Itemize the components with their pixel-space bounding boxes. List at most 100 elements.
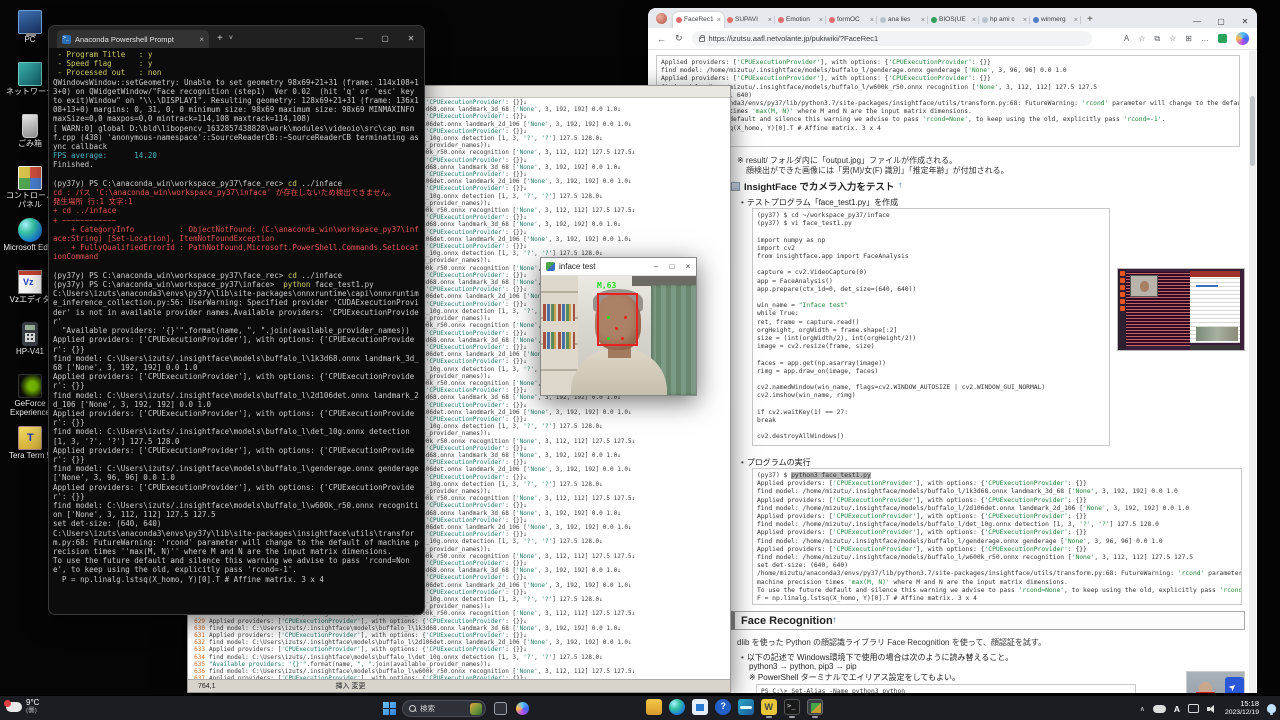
taskbar-search[interactable]: 検索 <box>402 700 486 717</box>
maximize-button[interactable]: ▢ <box>372 34 398 43</box>
terminal-line: + FullyQualifiedErrorId : PathNotFound,M… <box>53 243 420 261</box>
onedrive-icon[interactable] <box>1153 705 1166 713</box>
webcam-video-frame: M,63 <box>541 276 696 395</box>
page-scrollbar[interactable] <box>1249 51 1256 693</box>
task-view-button[interactable] <box>494 702 507 715</box>
tab-close-icon[interactable]: × <box>972 17 976 24</box>
browser-toolbar: ← ↻ https://izutsu.aafl.netvolante.jp/pu… <box>648 28 1257 50</box>
profile-avatar-icon[interactable] <box>656 13 667 24</box>
terminal-line: [ WARN:0] global D:\bld\libopencv_163285… <box>53 124 420 152</box>
taskbar-app-paint[interactable] <box>738 699 754 718</box>
terminal-line <box>53 170 420 179</box>
weather-temperature: 9°C <box>26 698 39 707</box>
screenshot-thumbnail[interactable] <box>1117 268 1245 351</box>
tab-close-icon[interactable]: × <box>870 17 874 24</box>
control-panel-icon <box>18 166 42 190</box>
device-icon[interactable] <box>1188 704 1199 713</box>
paint-icon <box>738 699 754 715</box>
terminal-dropdown-icon[interactable]: ˅ <box>229 35 233 42</box>
tab-close-icon[interactable]: × <box>921 17 925 24</box>
taskbar-app-winmerge[interactable] <box>761 699 777 718</box>
browser-tab[interactable]: BIOS(UE× <box>928 12 979 28</box>
editor-line: 635"Available providers: '{}'".format(na… <box>190 661 730 668</box>
page-heading-facerecognition: Face Recognition † <box>731 611 1245 630</box>
speaker-icon[interactable] <box>1207 705 1217 713</box>
tab-close-icon[interactable]: × <box>717 17 721 24</box>
taskbar-app-edge[interactable] <box>669 699 685 718</box>
editor-line: 634find model: C:\Users\izuts/.insightfa… <box>190 654 730 661</box>
weather-widget[interactable]: 9°C (曇) <box>6 698 39 715</box>
browser-tab[interactable]: Emotion× <box>775 12 826 28</box>
books <box>543 304 575 321</box>
copilot-taskbar-icon[interactable] <box>516 702 529 715</box>
taskbar-apps <box>646 699 823 718</box>
tray-chevron-icon[interactable]: ∧ <box>1140 705 1145 713</box>
maximize-button[interactable]: □ <box>664 262 680 271</box>
opencv-window-icon <box>546 262 555 271</box>
browser-tab[interactable]: SUPAVI× <box>724 12 775 28</box>
ime-mode-icon[interactable]: A <box>1174 704 1180 714</box>
browser-tab[interactable]: winmerg× <box>1030 12 1081 28</box>
taskbar-app-store[interactable] <box>692 699 708 718</box>
terminal-line: Applied providers: ['CPUExecutionProvide… <box>53 372 420 390</box>
browser-tab[interactable]: formOC× <box>826 12 877 28</box>
tab-close-icon[interactable]: × <box>819 17 823 24</box>
new-tab-button[interactable]: + <box>1087 14 1093 25</box>
terminal-line: (py37y) PS C:\anaconda_win\workspace_py3… <box>53 271 420 280</box>
terminal-tab[interactable]: Anaconda Powershell Prompt × <box>57 30 209 48</box>
taskbar-app-help[interactable] <box>715 699 731 718</box>
minimize-button[interactable]: — <box>346 34 372 43</box>
read-aloud-icon[interactable]: A <box>1124 34 1129 43</box>
landmark-mouth-right <box>621 337 624 340</box>
terminal-line: find model: C:\Users\izuts/.insightface\… <box>53 391 420 409</box>
anchor-link[interactable]: † <box>898 183 901 189</box>
tab-close-icon[interactable]: × <box>1023 17 1027 24</box>
tab-close-icon[interactable]: × <box>1074 17 1078 24</box>
close-button[interactable]: ✕ <box>398 34 424 43</box>
terminal-line: find model: C:\Users\izuts/.insightface\… <box>53 427 420 445</box>
terminal-tab-title: Anaconda Powershell Prompt <box>75 35 195 44</box>
minimize-button[interactable]: – <box>648 262 664 271</box>
favorites-bar-icon[interactable]: ☆ <box>1169 34 1176 43</box>
start-button[interactable] <box>383 702 396 715</box>
copilot-icon[interactable] <box>1236 32 1249 45</box>
collections-icon[interactable]: ⊞ <box>1185 34 1192 43</box>
split-screen-icon[interactable]: ⧉ <box>1154 34 1160 44</box>
tab-close-icon[interactable]: × <box>768 17 772 24</box>
tab-title: formOC <box>837 15 868 24</box>
maximize-button[interactable]: ▢ <box>1209 17 1233 26</box>
back-icon[interactable]: ← <box>657 34 666 44</box>
list-item: テストプログラム「face_test1.py」を作成 <box>741 197 898 208</box>
taskbar-app-file-explorer[interactable] <box>646 699 662 718</box>
terminal-line: QWindowsWindow::setGeometry: Unable to s… <box>53 78 420 124</box>
close-button[interactable]: × <box>680 262 696 271</box>
terminal-line: - Processed out : non <box>53 68 420 77</box>
tab-close-icon[interactable]: × <box>199 35 204 44</box>
browser-tab[interactable]: hp ami c× <box>979 12 1030 28</box>
clock[interactable]: 15:18 2023/12/19 <box>1225 700 1259 717</box>
refresh-icon[interactable]: ↻ <box>675 33 683 44</box>
terminal-line: Applied providers: ['CPUExecutionProvide… <box>53 446 420 464</box>
address-bar[interactable]: https://izutsu.aafl.netvolante.jp/pukiwi… <box>692 31 1092 46</box>
tab-title: ana lies <box>888 15 919 24</box>
list-item: プログラムの実行 <box>741 457 811 468</box>
scrollbar-thumb[interactable] <box>1250 96 1255 166</box>
taskbar-app-terminal[interactable] <box>784 699 800 718</box>
close-button[interactable]: ✕ <box>1233 17 1257 26</box>
browser-tab[interactable]: ana lies× <box>877 12 928 28</box>
thumb-launcher <box>1118 269 1126 350</box>
taskbar-app-python-app[interactable] <box>807 699 823 718</box>
tab-title: BIOS(UE <box>939 15 970 24</box>
favorite-add-icon[interactable]: ☆ <box>1138 34 1145 43</box>
tab-title: hp ami c <box>990 15 1021 24</box>
webcam-titlebar[interactable]: inface test – □ × <box>541 258 696 276</box>
new-terminal-tab-button[interactable]: + <box>217 33 223 44</box>
terminal-output[interactable]: - Program Title : y - Speed flag : y - P… <box>49 48 424 614</box>
more-options-icon[interactable]: … <box>1201 34 1209 43</box>
anchor-link[interactable]: † <box>833 618 836 624</box>
extension-icon[interactable] <box>1218 34 1227 43</box>
minimize-button[interactable]: — <box>1185 17 1209 26</box>
url-text[interactable]: https://izutsu.aafl.netvolante.jp/pukiwi… <box>709 34 879 43</box>
notification-bell-icon[interactable] <box>1267 704 1276 713</box>
browser-tab[interactable]: FaceRec1× <box>673 12 724 28</box>
